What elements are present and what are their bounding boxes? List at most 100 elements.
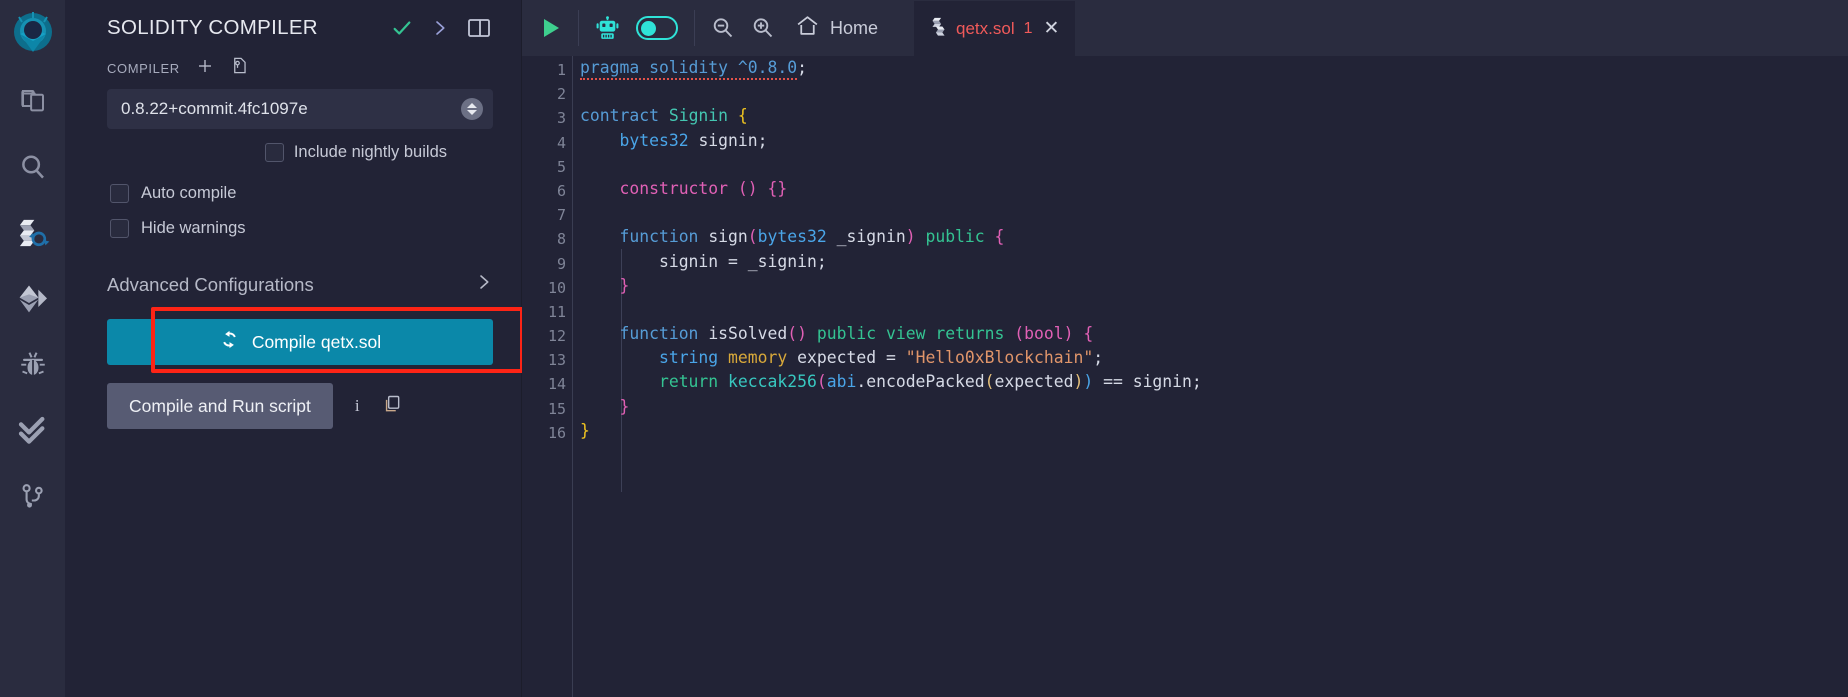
home-button[interactable]: Home (791, 13, 878, 43)
sidebar-item-deploy-run[interactable] (0, 266, 65, 332)
line-number: 3 (556, 109, 566, 128)
line-number: 12 (547, 327, 566, 346)
compile-and-run-script-button[interactable]: Compile and Run script (107, 383, 333, 429)
zoom-out-icon[interactable] (711, 16, 735, 40)
page-title: SOLIDITY COMPILER (107, 16, 318, 39)
compiler-label: COMPILER (107, 60, 180, 76)
ai-toggle[interactable] (636, 16, 678, 40)
file-explorer-icon (18, 86, 48, 116)
tab-label: qetx.sol (956, 18, 1015, 38)
check-icon[interactable] (391, 17, 413, 39)
left-icon-bar (0, 0, 65, 697)
code-line: } (619, 396, 630, 416)
panel-header-actions (391, 17, 505, 39)
toggle-knob (641, 20, 656, 36)
tab-error-badge: 1 (1023, 19, 1033, 37)
code-line: pragma solidity ^0.8.0; (580, 56, 1848, 80)
tab-qetx-sol[interactable]: qetx.sol 1 ✕ (914, 0, 1076, 56)
compile-button[interactable]: Compile qetx.sol (107, 319, 493, 365)
ai-group (579, 0, 694, 56)
git-icon (19, 483, 47, 511)
line-number: 5 (556, 157, 566, 176)
close-icon[interactable]: ✕ (1042, 19, 1060, 38)
plus-icon[interactable] (196, 57, 214, 80)
line-number: 9 (556, 254, 566, 273)
compile-and-run-row: Compile and Run script i (107, 383, 493, 429)
code-line: function isSolved() public view returns … (619, 324, 1094, 344)
remix-ide-window: SOLIDITY COMPILER COMPILER 0.8.22+commit… (0, 0, 1848, 697)
line-number: 2 (556, 85, 566, 104)
zoom-home-group: Home (695, 0, 894, 56)
code-line: constructor () {} (619, 178, 788, 198)
home-icon (795, 13, 820, 43)
code-line: bytes32 signin; (619, 130, 768, 150)
remix-logo-icon[interactable] (0, 6, 65, 68)
solidity-analyzers-icon (17, 415, 49, 447)
compile-button-label: Compile qetx.sol (251, 331, 382, 352)
code-lines[interactable]: pragma solidity ^0.8.0; contract Signin … (522, 56, 1848, 697)
code-line: contract Signin { (580, 106, 748, 126)
auto-compile-checkbox[interactable] (110, 184, 129, 203)
solidity-compiler-panel: SOLIDITY COMPILER COMPILER 0.8.22+commit… (65, 0, 524, 697)
home-label: Home (830, 17, 879, 38)
advanced-configurations-toggle[interactable]: Advanced Configurations (107, 272, 493, 297)
line-number: 13 (547, 351, 566, 370)
sidebar-item-file-explorer[interactable] (0, 68, 65, 134)
line-number: 4 (556, 133, 566, 152)
solidity-file-icon (930, 17, 947, 41)
code-editor[interactable]: 1 2 3 4 5 6 7 8 9 10 11 12 13 14 15 16 p… (522, 56, 1848, 697)
compiler-version-value: 0.8.22+commit.4fc1097e (121, 99, 308, 118)
hide-warnings-label: Hide warnings (141, 219, 246, 237)
editor-left-border (572, 56, 573, 697)
code-line: signin = _signin; (658, 251, 827, 271)
robot-icon[interactable] (595, 15, 620, 41)
sidebar-item-debugger[interactable] (0, 332, 65, 398)
hide-warnings-row: Hide warnings (107, 219, 493, 238)
line-number: 11 (547, 302, 566, 321)
line-number: 16 (547, 423, 566, 442)
chevron-right-icon[interactable] (431, 18, 449, 38)
play-icon[interactable] (538, 16, 562, 40)
add-custom-compiler-icon[interactable] (230, 56, 249, 80)
solidity-compiler-icon (16, 216, 50, 250)
include-nightly-builds-checkbox[interactable] (264, 143, 284, 162)
chevron-right-icon (475, 272, 493, 297)
sidebar-item-solidity-compiler[interactable] (0, 200, 65, 266)
panel-header: SOLIDITY COMPILER (65, 0, 521, 56)
panel-layout-icon[interactable] (467, 17, 491, 39)
deploy-run-icon (17, 283, 49, 315)
refresh-icon (219, 329, 240, 355)
search-icon (18, 152, 48, 182)
sidebar-item-solidity-analyzers[interactable] (0, 398, 65, 464)
stepper-up-down-icon[interactable] (461, 98, 483, 120)
sidebar-item-git[interactable] (0, 464, 65, 530)
include-nightly-builds-row: Include nightly builds (107, 143, 493, 162)
auto-compile-label: Auto compile (141, 184, 237, 202)
line-number-gutter: 1 2 3 4 5 6 7 8 9 10 11 12 13 14 15 16 (522, 56, 572, 697)
advanced-configurations-label: Advanced Configurations (107, 273, 314, 295)
line-number: 15 (547, 399, 566, 418)
zoom-in-icon[interactable] (751, 16, 775, 40)
code-line: string memory expected = "Hello0xBlockch… (658, 348, 1104, 368)
info-icon[interactable]: i (353, 396, 362, 416)
include-nightly-builds-label: Include nightly builds (293, 143, 447, 161)
tab-strip: qetx.sol 1 ✕ (914, 0, 1076, 56)
line-number: 6 (556, 181, 566, 200)
compiler-row: COMPILER (107, 54, 493, 82)
code-line: function sign(bytes32 _signin) public { (619, 227, 1005, 247)
compiler-version-select[interactable]: 0.8.22+commit.4fc1097e (107, 89, 493, 129)
run-group (522, 0, 578, 56)
sidebar-item-search[interactable] (0, 134, 65, 200)
debugger-icon (18, 350, 48, 380)
line-number: 1 (556, 61, 566, 79)
code-line: return keccak256(abi.encodePacked(expect… (658, 372, 1202, 392)
copy-icon[interactable] (382, 394, 402, 419)
line-number: 7 (556, 206, 566, 225)
hide-warnings-checkbox[interactable] (110, 219, 129, 238)
code-line: } (619, 275, 630, 295)
editor-area: Home qetx.sol 1 ✕ 1 2 3 4 5 6 7 8 9 10 1… (522, 0, 1848, 697)
auto-compile-row: Auto compile (107, 184, 493, 203)
